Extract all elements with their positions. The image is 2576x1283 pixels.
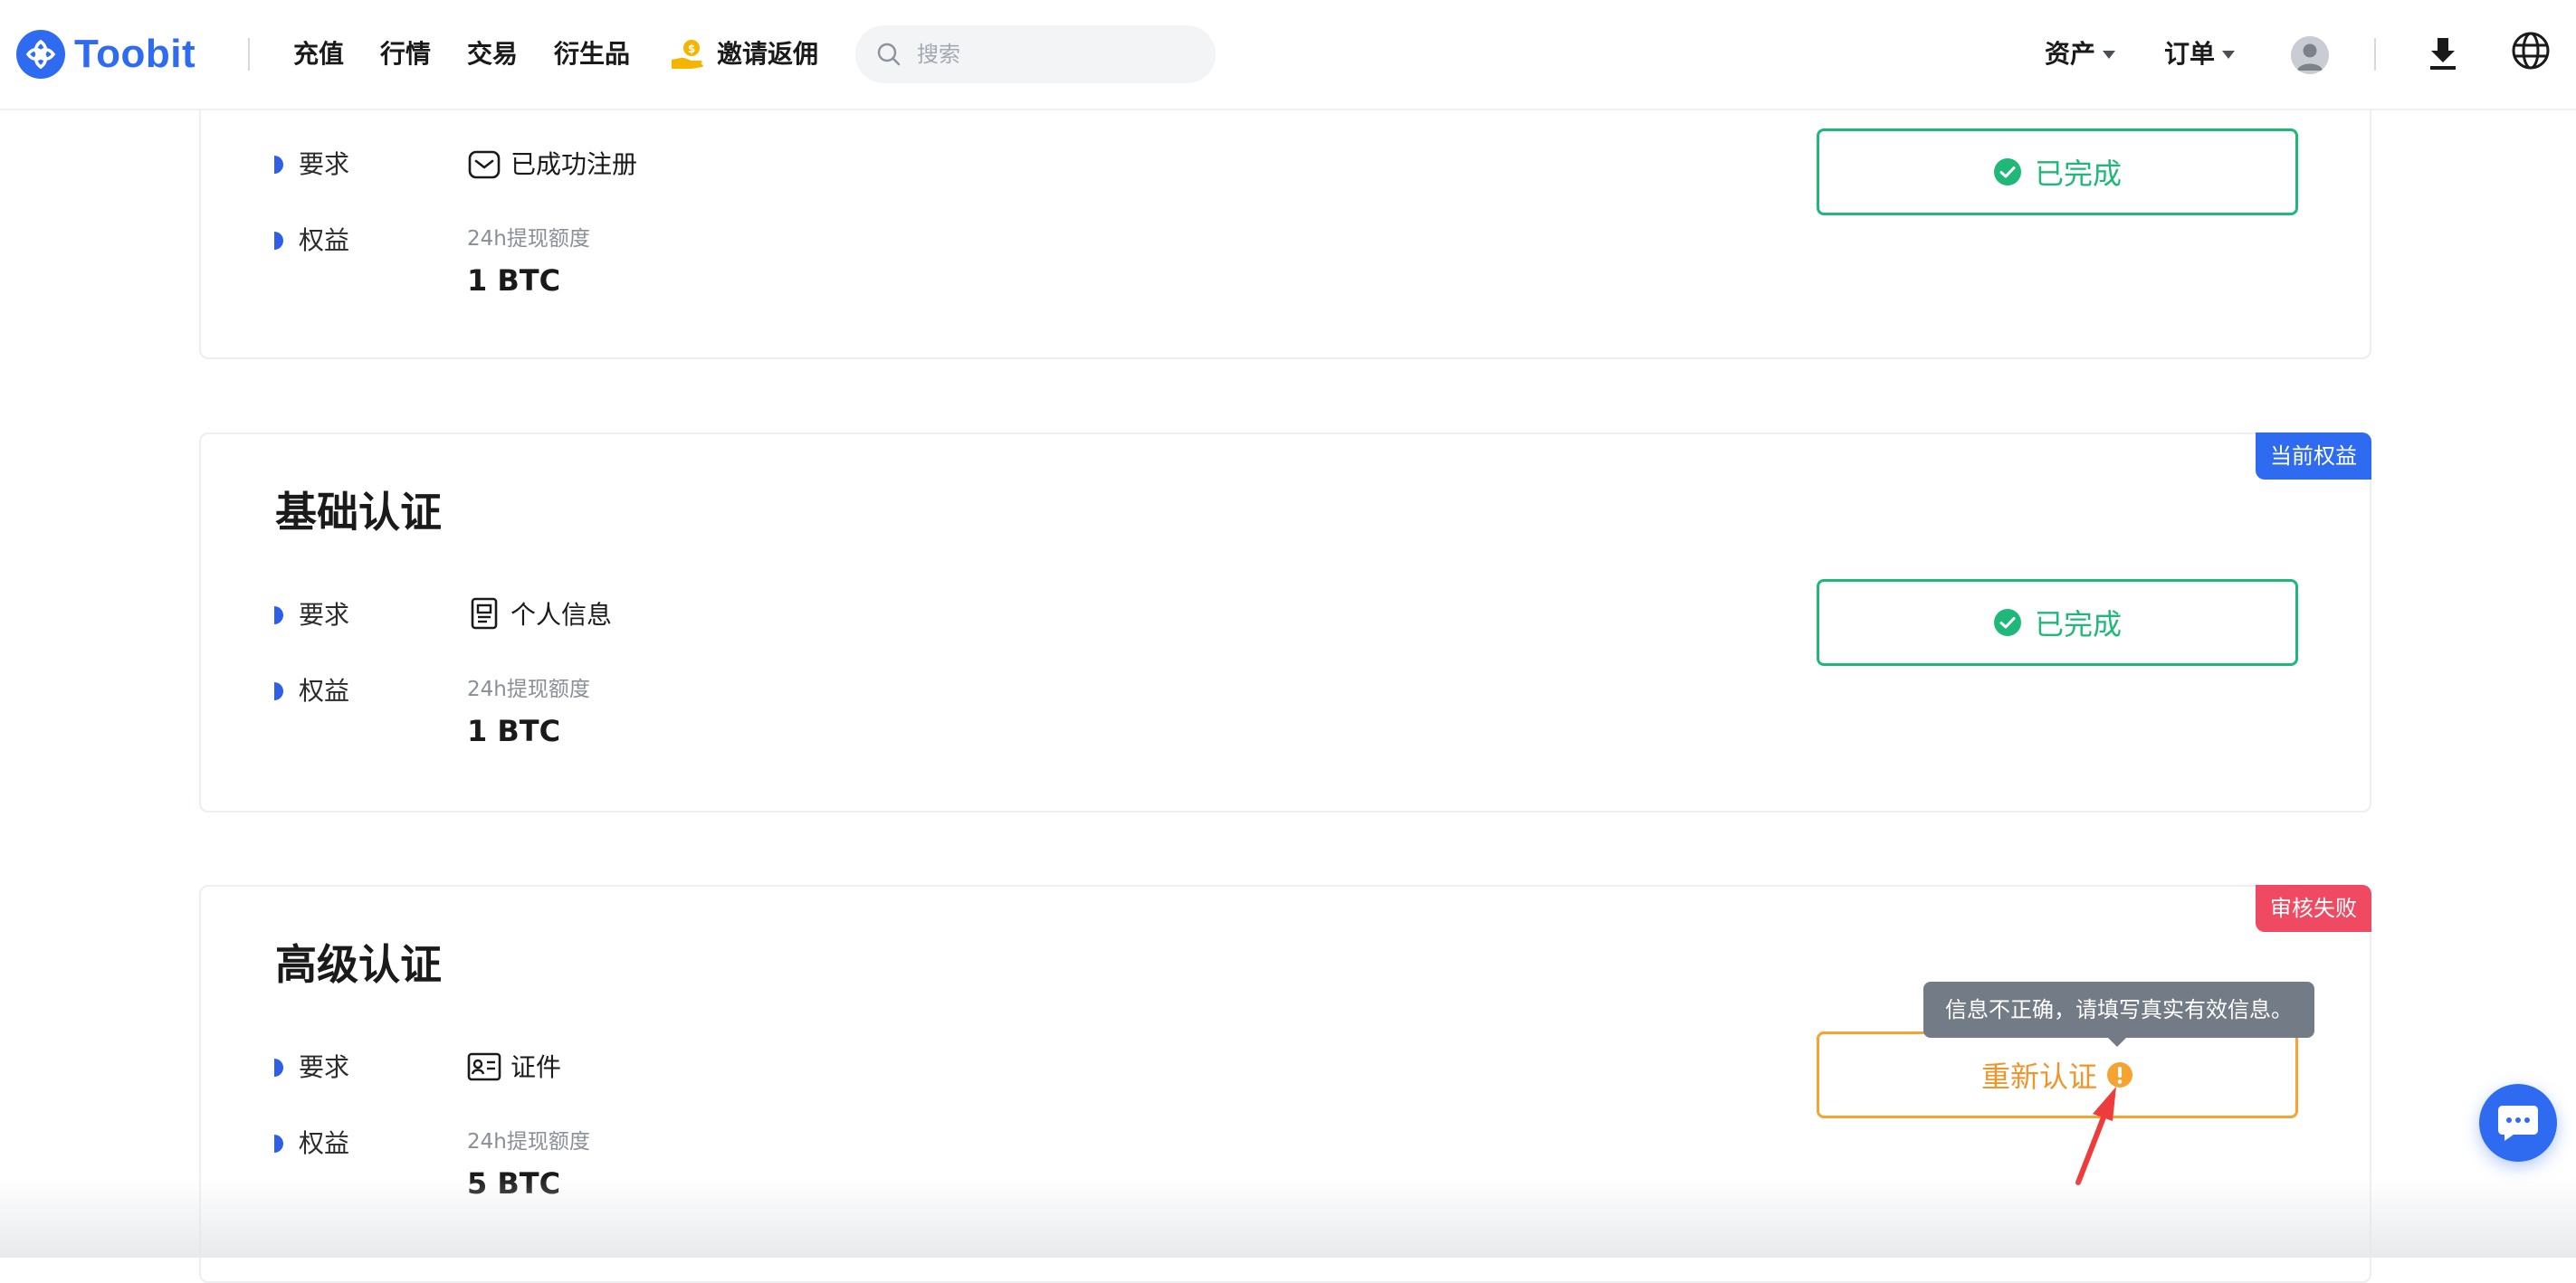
benefit-value: 1 BTC: [467, 714, 561, 748]
row-marker: [274, 232, 283, 250]
annotation-arrow-icon: [2075, 1087, 2116, 1185]
top-navigation-bar: Toobit 充值 行情 交易 衍生品 $ 邀请返佣 搜索 资产 订单: [0, 0, 2576, 110]
nav-deposit[interactable]: 充值: [293, 34, 344, 74]
logo-text: Toobit: [74, 32, 196, 76]
user-avatar-icon: [2291, 36, 2329, 74]
chevron-down-icon: [2103, 51, 2115, 59]
chat-icon: [2498, 1106, 2538, 1141]
requirement-label: 要求: [299, 149, 350, 179]
row-marker: [274, 682, 283, 700]
requirement-text: 个人信息: [510, 600, 613, 630]
benefit-label: 权益: [299, 1128, 350, 1158]
benefit-caption: 24h提现额度: [467, 227, 590, 251]
completed-status-button[interactable]: 已完成: [1817, 579, 2298, 666]
tooltip-arrow: [2108, 1038, 2126, 1047]
card-title: 基础认证: [275, 488, 442, 537]
completed-status-button[interactable]: 已完成: [1817, 128, 2298, 215]
nav-referral[interactable]: 邀请返佣: [717, 34, 818, 74]
requirement-text: 已成功注册: [510, 149, 638, 179]
benefit-label: 权益: [299, 676, 350, 706]
row-marker: [274, 1135, 283, 1153]
toobit-logo[interactable]: Toobit: [16, 28, 196, 81]
envelope-icon: [468, 150, 501, 179]
orders-menu[interactable]: 订单: [2164, 34, 2215, 74]
chat-support-button[interactable]: [2479, 1084, 2557, 1162]
check-circle-icon: [1993, 158, 2021, 185]
row-marker: [274, 1059, 283, 1077]
document-icon: [471, 597, 498, 630]
verification-card-basic: 当前权益 基础认证 要求 个人信息 权益 24h提现额度 1 BTC 已完成: [199, 432, 2371, 813]
row-marker: [274, 606, 283, 624]
status-label: 已完成: [2034, 157, 2122, 191]
benefit-caption: 24h提现额度: [467, 678, 590, 701]
assets-menu[interactable]: 资产: [2045, 34, 2095, 74]
svg-text:$: $: [688, 43, 695, 55]
benefit-value: 5 BTC: [467, 1166, 561, 1201]
benefit-label: 权益: [299, 225, 350, 255]
header-divider: [2374, 38, 2376, 71]
row-marker: [274, 156, 283, 174]
requirement-text: 证件: [510, 1052, 562, 1082]
id-card-icon: [467, 1052, 501, 1081]
nav-trade[interactable]: 交易: [467, 34, 518, 74]
globe-icon[interactable]: [2511, 31, 2551, 71]
current-benefit-badge: 当前权益: [2256, 432, 2371, 480]
header-divider: [248, 38, 250, 71]
coin-hand-icon: $: [672, 40, 703, 69]
download-icon[interactable]: [2425, 34, 2461, 72]
review-failed-badge: 审核失败: [2256, 885, 2371, 932]
nav-derivatives[interactable]: 衍生品: [554, 34, 630, 74]
search-box[interactable]: 搜索: [855, 25, 1216, 83]
error-tooltip: 信息不正确，请填写真实有效信息。: [1923, 982, 2314, 1038]
avatar[interactable]: [2291, 36, 2329, 74]
nav-markets[interactable]: 行情: [380, 34, 431, 74]
status-label: 已完成: [2034, 607, 2122, 642]
chevron-down-icon: [2222, 51, 2235, 59]
benefit-value: 1 BTC: [467, 263, 561, 298]
card-title: 高级认证: [275, 940, 442, 989]
reverify-button[interactable]: 重新认证: [1817, 1031, 2298, 1118]
search-icon: [877, 43, 901, 66]
requirement-label: 要求: [299, 600, 350, 630]
requirement-label: 要求: [299, 1052, 350, 1082]
toobit-logo-icon: [16, 30, 65, 79]
benefit-caption: 24h提现额度: [467, 1130, 590, 1154]
verification-card-advanced: 审核失败 高级认证 要求 证件 权益 24h提现额度 5 BTC 重新认证: [199, 885, 2371, 1283]
check-circle-icon: [1993, 609, 2021, 636]
search-placeholder: 搜索: [917, 42, 960, 67]
